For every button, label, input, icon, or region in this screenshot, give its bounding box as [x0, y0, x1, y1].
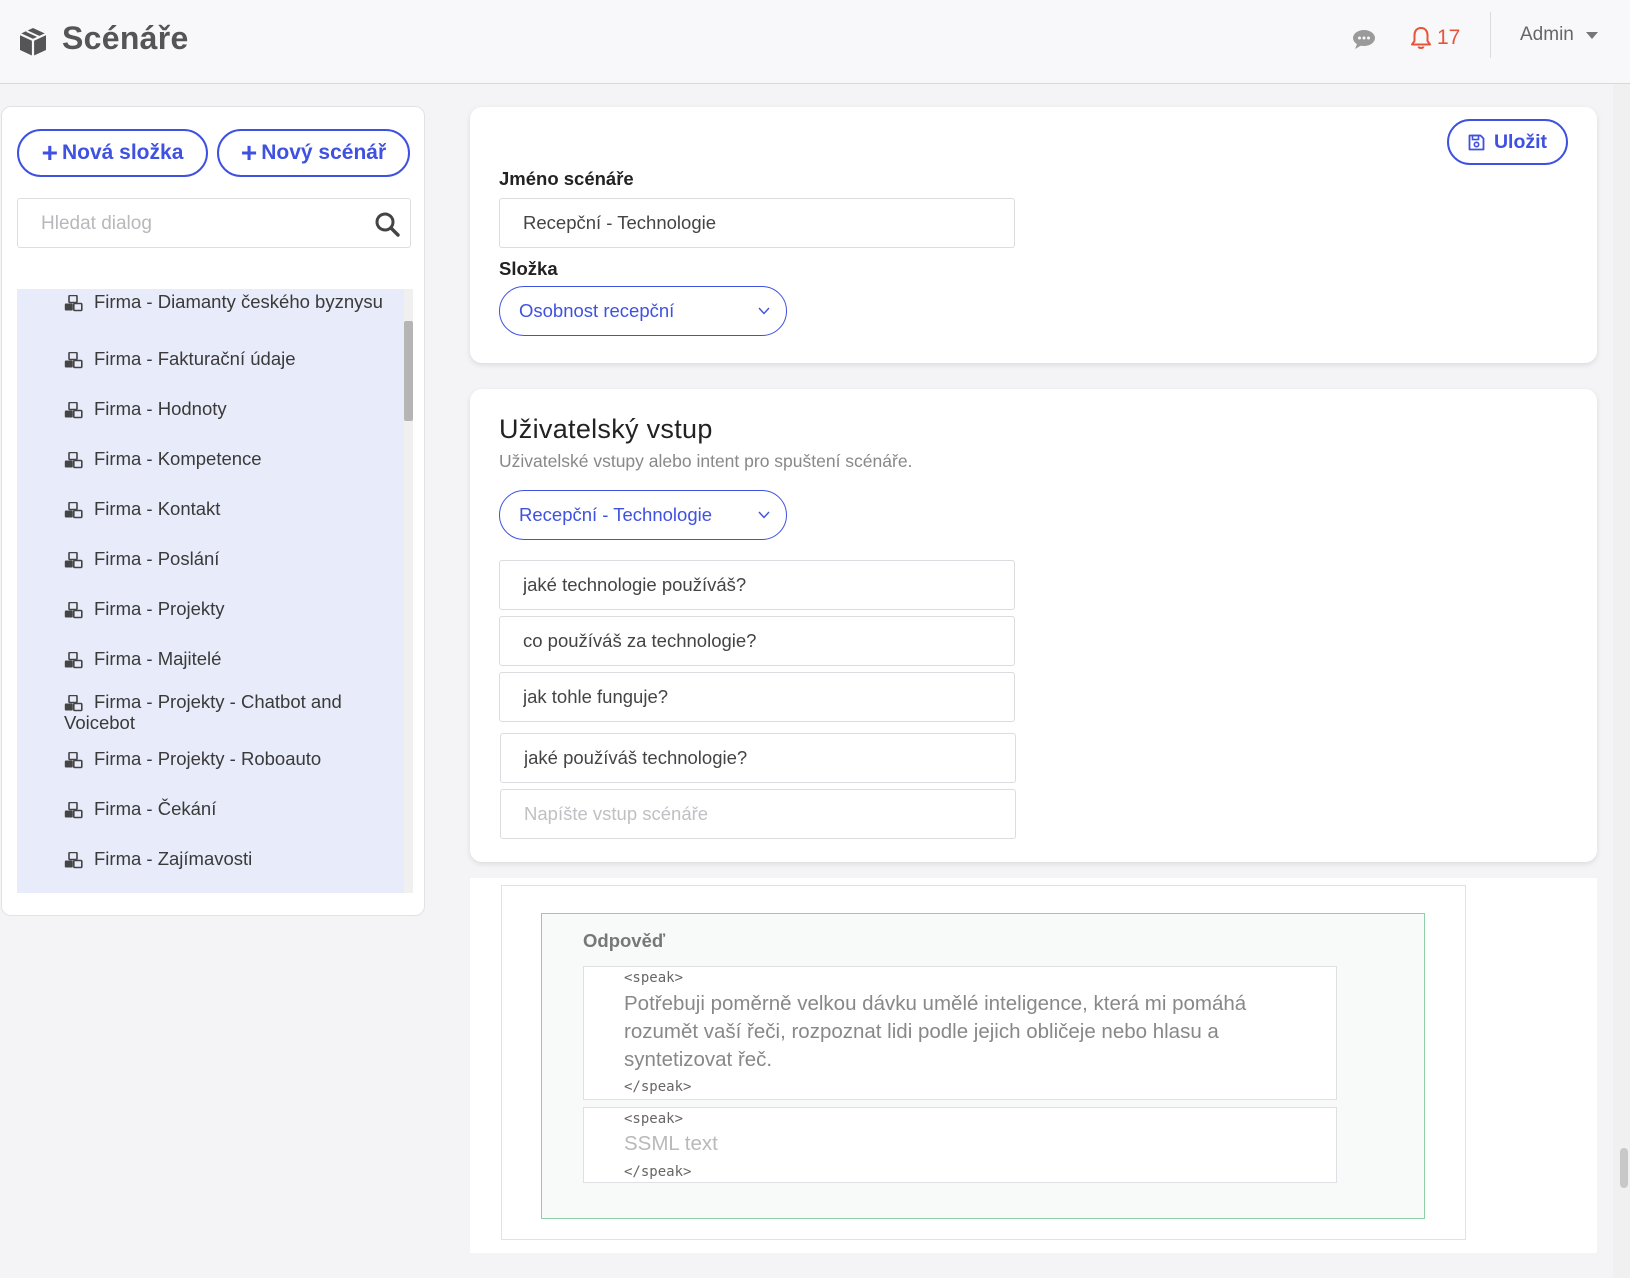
ssml-text-placeholder[interactable]: SSML text [624, 1130, 1284, 1158]
floppy-disk-icon [1468, 134, 1485, 150]
user-name: Admin [1520, 24, 1574, 45]
list-item[interactable]: Firma - Hodnoty [17, 398, 387, 419]
cubes-icon [64, 402, 83, 419]
list-item[interactable]: Firma - Diamanty českého byznysu [17, 291, 387, 312]
bell-icon [1411, 27, 1431, 49]
page-title: Scénáře [62, 20, 189, 56]
cubes-icon [64, 752, 83, 769]
section-title: Uživatelský vstup [499, 414, 713, 444]
search-input[interactable] [18, 199, 373, 249]
ssml-open-tag: <speak> [624, 1111, 684, 1127]
phrase-input[interactable] [500, 561, 1014, 609]
phrase-input[interactable] [500, 673, 1014, 721]
cubes-icon [64, 352, 83, 369]
top-bar: Scénáře 17 Admin [0, 0, 1630, 84]
chat-bubble-icon[interactable] [1352, 28, 1376, 50]
user-menu[interactable]: Admin [1520, 24, 1598, 46]
intent-select[interactable]: Recepční - Technologie [499, 490, 787, 540]
notification-count: 17 [1437, 26, 1461, 49]
dialog-search [17, 198, 411, 249]
list-item[interactable]: Firma - Projekty - Roboauto [17, 748, 387, 769]
cubes-icon [64, 602, 83, 619]
scenario-tree-panel: + Nová složka + Nový scénář Firma - Diam… [1, 106, 425, 916]
response-box: Odpověď <speak> Potřebuji poměrně velkou… [541, 913, 1425, 1219]
list-item[interactable]: Firma - Poslání [17, 548, 387, 569]
list-item[interactable]: Firma - Kontakt [17, 498, 387, 519]
search-icon[interactable] [374, 211, 400, 237]
list-item[interactable]: Firma - Zajímavosti [17, 848, 387, 869]
cubes-icon [64, 552, 83, 569]
caret-down-icon [1585, 31, 1598, 39]
phrase-field [500, 733, 1016, 783]
save-button[interactable]: Uložit [1447, 119, 1568, 165]
page-scrollbar-thumb[interactable] [1620, 1148, 1628, 1188]
new-scenario-button[interactable]: + Nový scénář [217, 129, 410, 177]
list-scrollbar-thumb[interactable] [404, 321, 413, 421]
ssml-text[interactable]: Potřebuji poměrně velkou dávku umělé int… [624, 990, 1284, 1074]
response-label: Odpověď [583, 930, 666, 951]
cubes-icon [64, 695, 83, 712]
phrase-field [499, 616, 1015, 666]
phrase-input[interactable] [501, 734, 1015, 782]
new-phrase-input[interactable] [501, 790, 1015, 838]
notifications-button[interactable]: 17 [1410, 26, 1460, 50]
new-phrase-field [500, 789, 1016, 839]
folder-select-value: Osobnost recepční [519, 300, 675, 321]
folder-select[interactable]: Osobnost recepční [499, 286, 787, 336]
scenario-name-label: Jméno scénáře [499, 168, 634, 189]
list-item[interactable]: Firma - Projekty - Chatbot and Voicebot [17, 691, 387, 733]
cubes-icon [64, 802, 83, 819]
divider [1490, 12, 1491, 58]
ssml-close-tag: </speak> [624, 1164, 692, 1180]
list-item[interactable]: Firma - Kompetence [17, 448, 387, 469]
plus-icon: + [240, 137, 258, 168]
intent-select-value: Recepční - Technologie [519, 504, 713, 525]
list-item[interactable]: Firma - Čekání [17, 798, 387, 819]
phrase-field [499, 672, 1015, 722]
cubes-icon [64, 295, 83, 312]
plus-icon: + [41, 137, 58, 168]
ssml-close-tag: </speak> [624, 1079, 692, 1095]
scenario-list: Firma - Diamanty českého byznysu Firma -… [17, 289, 404, 893]
list-item[interactable]: Firma - Majitelé [17, 648, 387, 669]
chevron-down-icon [758, 307, 770, 315]
cubes-icon [64, 452, 83, 469]
scenario-name-field [499, 198, 1015, 248]
phrase-field [499, 560, 1015, 610]
user-input-card: Uživatelský vstup Uživatelské vstupy ale… [470, 389, 1597, 862]
folder-label: Složka [499, 258, 558, 279]
page-scrollbar[interactable] [1613, 84, 1630, 1278]
box-icon [19, 28, 47, 56]
phrase-input[interactable] [500, 617, 1014, 665]
scenario-name-input[interactable] [500, 199, 1014, 247]
list-item[interactable]: Firma - Fakturační údaje [17, 348, 387, 369]
cubes-icon [64, 652, 83, 669]
cubes-icon [64, 852, 83, 869]
cubes-icon [64, 502, 83, 519]
ssml-open-tag: <speak> [624, 970, 684, 986]
scenario-settings-card: Uložit Jméno scénáře Složka Osobnost rec… [470, 107, 1597, 363]
list-item[interactable]: Firma - Projekty [17, 598, 387, 619]
chevron-down-icon [758, 511, 770, 519]
new-folder-button[interactable]: + Nová složka [17, 129, 208, 177]
section-subtitle: Uživatelské vstupy alebo intent pro spuš… [499, 451, 913, 471]
